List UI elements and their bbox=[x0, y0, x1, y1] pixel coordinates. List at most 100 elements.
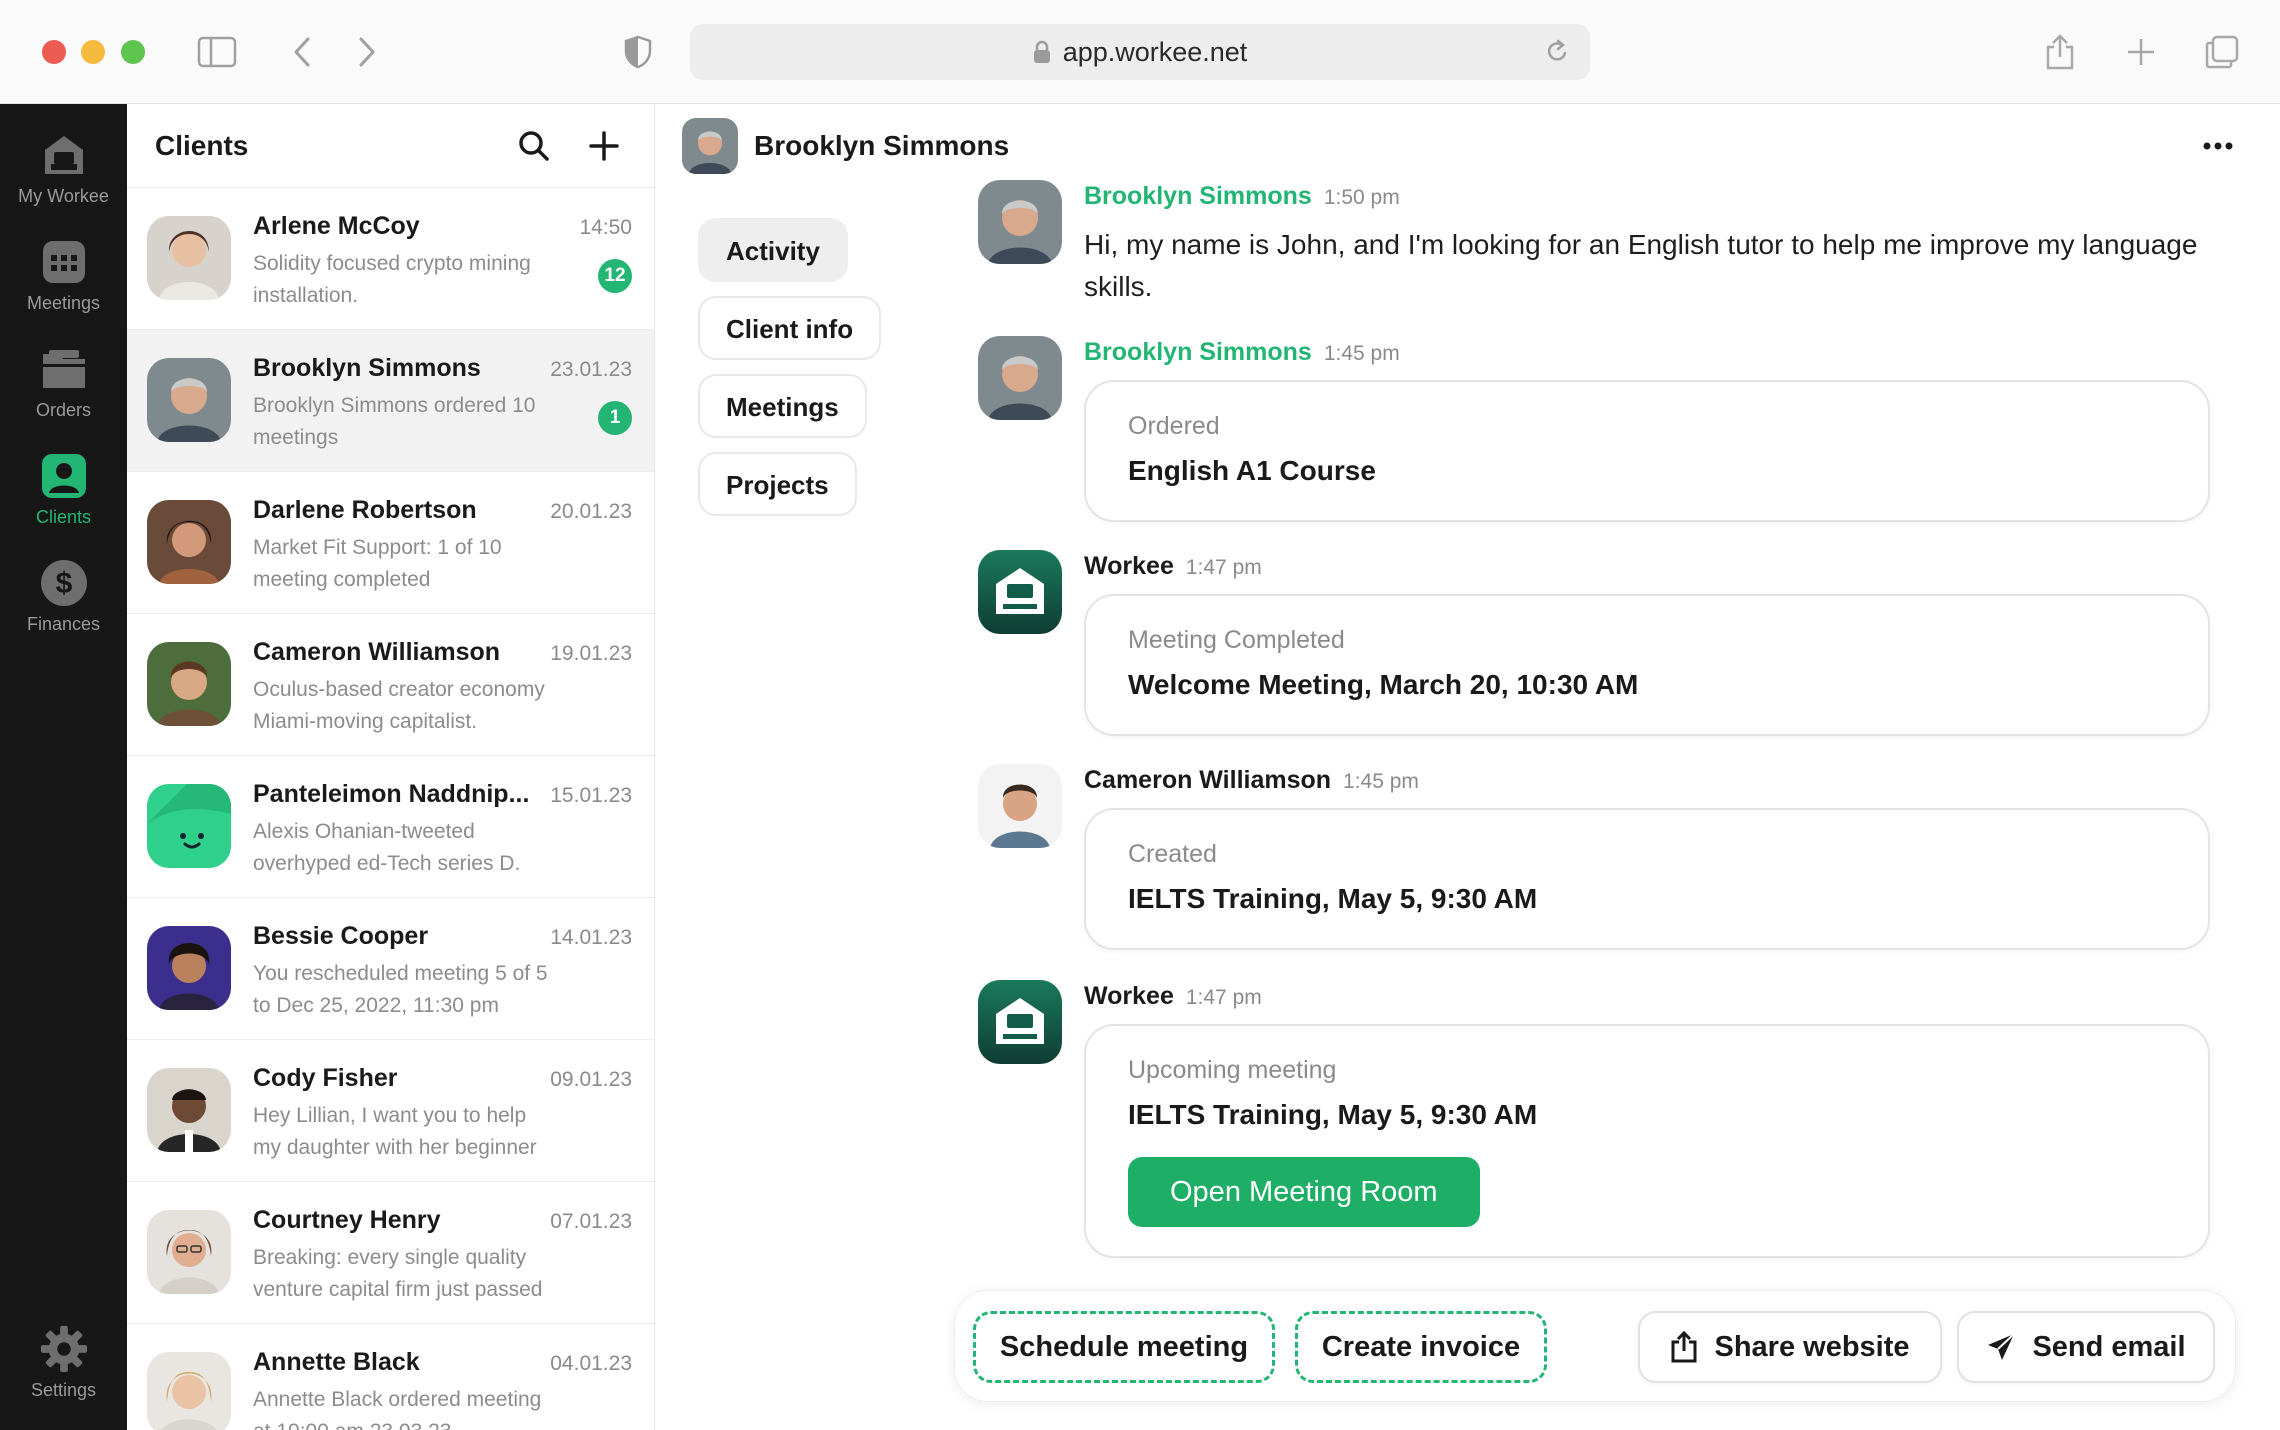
avatar bbox=[147, 500, 231, 584]
avatar bbox=[978, 764, 1062, 848]
entry-time: 1:45 pm bbox=[1323, 342, 1400, 365]
entry-time: 1:50 pm bbox=[1323, 186, 1400, 209]
back-icon[interactable] bbox=[280, 30, 324, 74]
rail-item-clients[interactable]: Clients bbox=[0, 451, 127, 528]
avatar bbox=[147, 926, 231, 1010]
app-sidebar: My Workee Meetings Orders Clients $ Fina… bbox=[0, 104, 127, 1430]
client-date: 19.01.23 bbox=[550, 642, 632, 665]
create-invoice-button[interactable]: Create invoice bbox=[1295, 1311, 1547, 1383]
send-email-button[interactable]: Send email bbox=[1957, 1311, 2215, 1383]
share-website-button[interactable]: Share website bbox=[1638, 1311, 1942, 1383]
browser-toolbar: app.workee.net bbox=[0, 0, 2280, 104]
dollar-icon: $ bbox=[39, 558, 89, 608]
avatar bbox=[147, 642, 231, 726]
client-last-message: You rescheduled meeting 5 of 5 to Dec 25… bbox=[253, 962, 548, 1017]
tab-activity[interactable]: Activity bbox=[698, 218, 848, 282]
author-name[interactable]: Brooklyn Simmons bbox=[1084, 182, 1312, 210]
rail-item-finances[interactable]: $ Finances bbox=[0, 558, 127, 635]
client-list-item[interactable]: Annette Black 04.01.23 Annette Black ord… bbox=[127, 1324, 654, 1430]
new-tab-icon[interactable] bbox=[2119, 30, 2163, 74]
search-icon[interactable] bbox=[512, 124, 556, 168]
zoom-window-button[interactable] bbox=[121, 40, 145, 64]
rail-item-my-workee[interactable]: My Workee bbox=[0, 130, 127, 207]
activity-card[interactable]: Ordered English A1 Course bbox=[1084, 380, 2210, 522]
client-name: Cameron Williamson bbox=[253, 638, 501, 666]
rail-item-settings[interactable]: Settings bbox=[0, 1324, 127, 1401]
client-date: 23.01.23 bbox=[550, 358, 632, 381]
unread-badge: 12 bbox=[598, 259, 632, 293]
author-name[interactable]: Workee bbox=[1084, 552, 1174, 580]
activity-card[interactable]: Created IELTS Training, May 5, 9:30 AM bbox=[1084, 808, 2210, 950]
reload-icon[interactable] bbox=[1544, 38, 1570, 73]
rail-label: Finances bbox=[26, 614, 101, 634]
tab-meetings[interactable]: Meetings bbox=[698, 374, 867, 438]
avatar bbox=[978, 180, 1062, 264]
activity-card: Upcoming meeting IELTS Training, May 5, … bbox=[1084, 1024, 2210, 1258]
client-list-item[interactable]: Brooklyn Simmons 23.01.23 Brooklyn Simmo… bbox=[127, 330, 654, 472]
send-email-label: Send email bbox=[2032, 1330, 2186, 1363]
avatar bbox=[147, 216, 231, 300]
folder-icon bbox=[39, 344, 89, 394]
activity-card[interactable]: Meeting Completed Welcome Meeting, March… bbox=[1084, 594, 2210, 736]
share-icon bbox=[1670, 1330, 1698, 1364]
conversation-pane: Brooklyn Simmons Activity Client info Me… bbox=[656, 104, 2280, 1430]
client-date: 09.01.23 bbox=[550, 1068, 632, 1091]
add-client-icon[interactable] bbox=[582, 124, 626, 168]
avatar bbox=[147, 784, 231, 868]
more-options-icon[interactable] bbox=[2196, 124, 2240, 168]
card-value: IELTS Training, May 5, 9:30 AM bbox=[1128, 1099, 1538, 1130]
close-window-button[interactable] bbox=[42, 40, 66, 64]
client-last-message: Annette Black ordered meeting at 10:00 a… bbox=[253, 1388, 542, 1430]
client-name: Panteleimon Naddnip... bbox=[253, 780, 530, 808]
conversation-title: Brooklyn Simmons bbox=[754, 130, 1010, 161]
panel-title: Clients bbox=[155, 129, 249, 161]
client-list-item[interactable]: Arlene McCoy 14:50 Solidity focused cryp… bbox=[127, 188, 654, 330]
tab-projects[interactable]: Projects bbox=[698, 452, 857, 516]
author-name[interactable]: Brooklyn Simmons bbox=[1084, 338, 1312, 366]
rail-label: Clients bbox=[35, 507, 92, 527]
entry-time: 1:45 pm bbox=[1343, 770, 1419, 793]
client-list-item[interactable]: Panteleimon Naddnip... 15.01.23 Alexis O… bbox=[127, 756, 654, 898]
client-date: 14.01.23 bbox=[550, 926, 632, 949]
author-name[interactable]: Workee bbox=[1084, 982, 1174, 1010]
tab-overview-icon[interactable] bbox=[2200, 30, 2244, 74]
entry-header: Workee 1:47 pm bbox=[1084, 552, 1262, 581]
client-list-item[interactable]: Cody Fisher 09.01.23 Hey Lillian, I want… bbox=[127, 1040, 654, 1182]
avatar bbox=[147, 1210, 231, 1294]
rail-item-orders[interactable]: Orders bbox=[0, 344, 127, 421]
sidebar-toggle-icon[interactable] bbox=[195, 30, 239, 74]
action-bar: Schedule meeting Create invoice Share we… bbox=[954, 1290, 2236, 1402]
rail-item-meetings[interactable]: Meetings bbox=[0, 237, 127, 314]
address-bar[interactable]: app.workee.net bbox=[690, 24, 1590, 80]
message-text: Hi, my name is John, and I'm looking for… bbox=[1084, 229, 2198, 302]
share-icon[interactable] bbox=[2038, 30, 2082, 74]
forward-icon[interactable] bbox=[345, 30, 389, 74]
rail-label: Settings bbox=[30, 1380, 97, 1400]
card-label: Meeting Completed bbox=[1128, 626, 1345, 654]
unread-badge: 1 bbox=[598, 401, 632, 435]
avatar bbox=[682, 118, 738, 174]
card-value: English A1 Course bbox=[1128, 455, 1376, 486]
workee-logo-icon bbox=[978, 980, 1062, 1064]
schedule-meeting-button[interactable]: Schedule meeting bbox=[973, 1311, 1275, 1383]
entry-header: Cameron Williamson 1:45 pm bbox=[1084, 766, 1419, 795]
gear-icon bbox=[39, 1324, 89, 1374]
open-meeting-room-button[interactable]: Open Meeting Room bbox=[1128, 1157, 1480, 1227]
avatar bbox=[147, 1068, 231, 1152]
client-list-item[interactable]: Darlene Robertson 20.01.23 Market Fit Su… bbox=[127, 472, 654, 614]
author-name[interactable]: Cameron Williamson bbox=[1084, 766, 1331, 794]
client-last-message: Alexis Ohanian-tweeted overhyped ed-Tech… bbox=[253, 820, 521, 875]
avatar bbox=[147, 1352, 231, 1430]
rail-label: Orders bbox=[35, 400, 91, 420]
privacy-shield-icon[interactable] bbox=[616, 30, 660, 74]
client-list-item[interactable]: Courtney Henry 07.01.23 Breaking: every … bbox=[127, 1182, 654, 1324]
client-date: 14:50 bbox=[579, 216, 632, 239]
client-list-item[interactable]: Bessie Cooper 14.01.23 You rescheduled m… bbox=[127, 898, 654, 1040]
tab-client-info[interactable]: Client info bbox=[698, 296, 882, 360]
entry-header: Workee 1:47 pm bbox=[1084, 982, 1262, 1011]
clients-header: Clients bbox=[127, 104, 654, 188]
client-list-item[interactable]: Cameron Williamson 19.01.23 Oculus-based… bbox=[127, 614, 654, 756]
card-value: IELTS Training, May 5, 9:30 AM bbox=[1128, 883, 1538, 914]
card-label: Upcoming meeting bbox=[1128, 1056, 1337, 1084]
minimize-window-button[interactable] bbox=[81, 40, 105, 64]
